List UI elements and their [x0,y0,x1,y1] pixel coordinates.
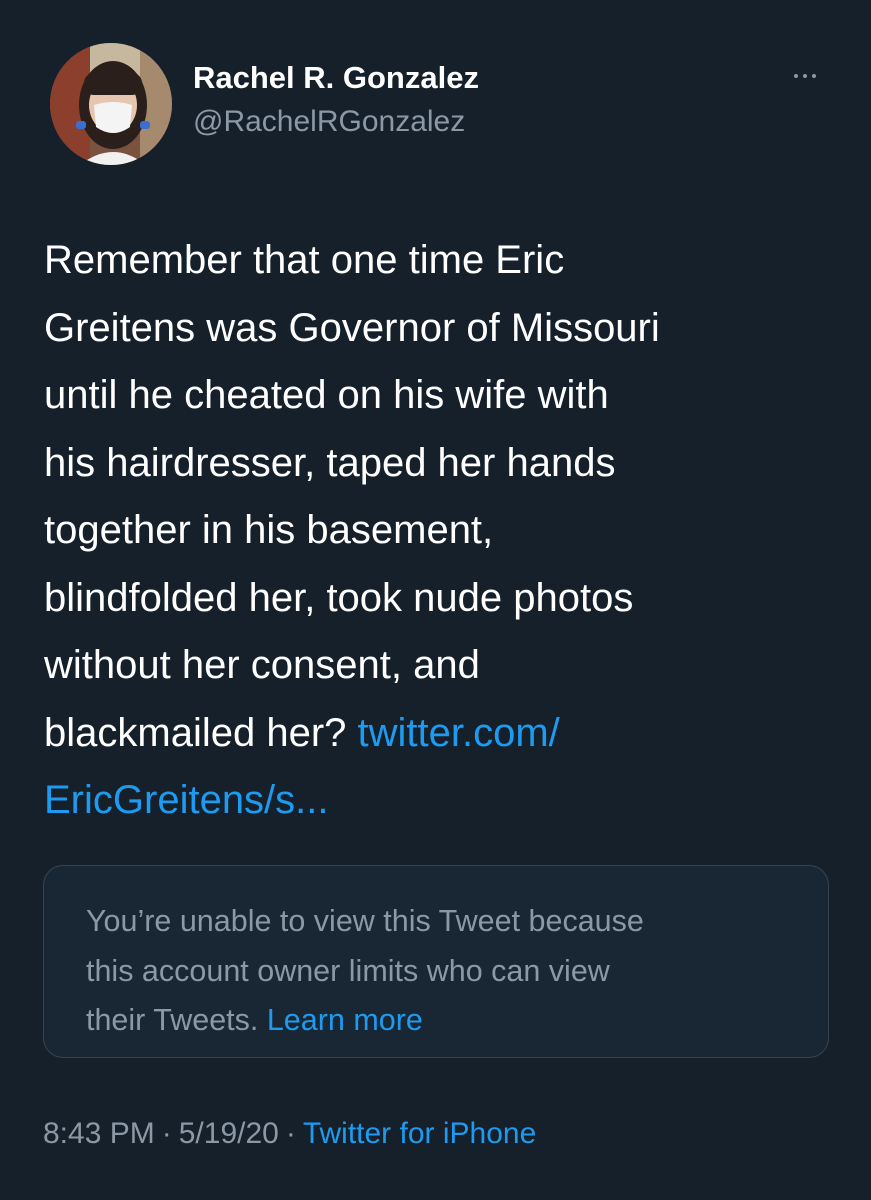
unavailable-line: their Tweets. Learn more [86,996,806,1046]
tweet-line: until he cheated on his wife with [44,373,609,417]
quoted-tweet-link[interactable]: twitter.com/ [358,711,560,755]
quoted-tweet-unavailable-card: You’re unable to view this Tweet because… [43,865,829,1058]
tweet-line-text: blackmailed her? [44,710,347,755]
tweet-date[interactable]: 5/19/20 [179,1117,279,1150]
tweet-line: together in his basement, [44,508,494,552]
author-name[interactable]: Rachel R. Gonzalez [193,60,479,96]
tweet-line: Greitens was Governor of Missouri [44,305,660,350]
avatar[interactable] [50,43,172,165]
tweet-line-with-link: blackmailed her? twitter.com/ [44,700,834,768]
separator: · [285,1117,296,1150]
unavailable-line: this account owner limits who can view [86,953,610,988]
tweet-line: without her consent, and [44,643,480,687]
avatar-photo [50,43,172,165]
more-options-button[interactable] [780,58,830,94]
tweet-metadata: 8:43 PM · 5/19/20 · Twitter for iPhone [43,1117,536,1151]
tweet-line: his hairdresser, taped her hands [44,440,616,485]
tweet-time[interactable]: 8:43 PM [43,1117,155,1150]
unavailable-line: You’re unable to view this Tweet because [86,904,644,938]
tweet-text: Remember that one time Eric Greitens was… [44,227,834,835]
tweet-source[interactable]: Twitter for iPhone [303,1117,536,1150]
tweet-line: blindfolded her, took nude photos [44,575,634,620]
more-horizontal-icon [792,74,819,78]
separator: · [161,1117,172,1150]
author-handle[interactable]: @RachelRGonzalez [193,105,465,139]
learn-more-link[interactable]: Learn more [267,1003,423,1037]
tweet-line: Remember that one time Eric [44,238,565,282]
quoted-tweet-link-continued[interactable]: EricGreitens/s... [44,767,834,835]
unavailable-line-text: their Tweets. [86,1003,259,1037]
unavailable-message: You’re unable to view this Tweet because… [86,897,806,1046]
tweet: Rachel R. Gonzalez @RachelRGonzalez Reme… [0,0,871,1200]
